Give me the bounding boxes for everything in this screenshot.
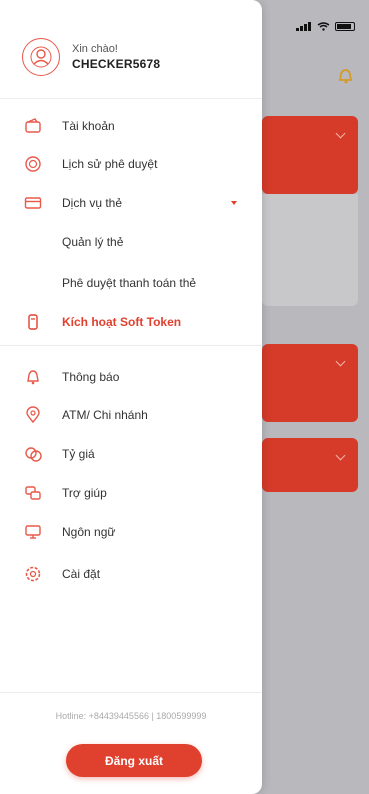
status-bar (296, 22, 355, 31)
menu-item-label: Lịch sử phê duyệt (62, 157, 158, 171)
divider (0, 98, 262, 99)
divider (0, 345, 262, 346)
wallet-icon (24, 117, 42, 135)
menu-item-label: Quản lý thẻ (62, 235, 124, 249)
settings-icon (24, 565, 42, 583)
menu-item-label: Tỷ giá (62, 447, 95, 461)
menu-item-label: Trợ giúp (62, 486, 107, 500)
menu-item-label: Tài khoản (62, 119, 115, 133)
menu-item-settings[interactable]: Cài đặt (0, 560, 262, 588)
card-icon (24, 194, 42, 212)
menu-item-help[interactable]: Trợ giúp (0, 479, 262, 507)
menu-item-label: ATM/ Chi nhánh (62, 408, 148, 422)
menu-item-activate-soft-token[interactable]: Kích hoạt Soft Token (0, 308, 262, 336)
logout-button[interactable]: Đăng xuất (66, 744, 202, 777)
profile-header[interactable]: Xin chào! CHECKER5678 (22, 38, 160, 76)
menu-item-atm-branch[interactable]: ATM/ Chi nhánh (0, 401, 262, 429)
menu-item-label: Dịch vụ thẻ (62, 196, 123, 210)
background-card-3 (262, 438, 358, 492)
divider (0, 692, 262, 693)
location-icon (24, 406, 42, 424)
bell-icon (24, 368, 42, 386)
menu-item-label: Cài đặt (62, 567, 101, 581)
wifi-icon (317, 22, 330, 31)
chevron-down-icon (231, 201, 237, 205)
menu-item-account[interactable]: Tài khoản (0, 112, 262, 140)
avatar-icon (22, 38, 60, 76)
menu-item-label: Phê duyệt thanh toán thẻ (62, 276, 197, 290)
menu-item-card-services[interactable]: Dịch vụ thẻ (0, 189, 262, 217)
history-icon (24, 155, 42, 173)
exchange-rate-icon (24, 445, 42, 463)
menu-item-exchange-rate[interactable]: Tỷ giá (0, 440, 262, 468)
navigation-drawer: Xin chào! CHECKER5678 Tài khoản Lịch sử … (0, 0, 262, 794)
menu-item-language[interactable]: Ngôn ngữ (0, 518, 262, 546)
background-bell-icon (338, 69, 353, 84)
battery-icon (335, 22, 355, 31)
menu-item-label: Thông báo (62, 370, 120, 384)
background-card-body (262, 194, 358, 306)
menu-item-label: Kích hoạt Soft Token (62, 315, 182, 329)
token-icon (24, 313, 42, 331)
submenu-item-card-management[interactable]: Quản lý thẻ (0, 228, 262, 256)
background-account-card (262, 116, 358, 194)
menu-item-notifications[interactable]: Thông báo (0, 363, 262, 391)
language-icon (24, 523, 42, 541)
help-icon (24, 484, 42, 502)
username-text: CHECKER5678 (72, 57, 161, 71)
hotline-text[interactable]: Hotline: +84439445566 | 1800599999 (0, 711, 262, 721)
greeting-text: Xin chào! (72, 43, 118, 55)
menu-item-label: Ngôn ngữ (62, 525, 116, 539)
submenu-item-card-payment-approval[interactable]: Phê duyệt thanh toán thẻ (0, 269, 262, 297)
signal-icon (296, 22, 312, 31)
menu-item-approval-history[interactable]: Lịch sử phê duyệt (0, 150, 262, 178)
background-card-2 (262, 344, 358, 422)
